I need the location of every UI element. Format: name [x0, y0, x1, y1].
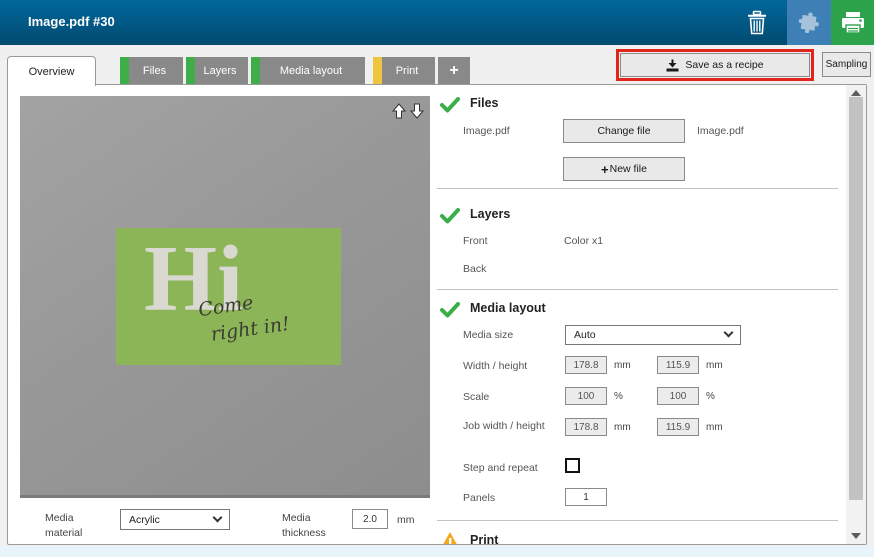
artwork-script-text: Come right in! — [197, 286, 291, 349]
printer-icon — [840, 11, 866, 35]
tab-status-indicator — [186, 57, 195, 84]
tab-media-layout[interactable]: Media layout — [251, 57, 365, 84]
tab-status-indicator — [120, 57, 129, 84]
job-size-label: Job width / height — [463, 418, 555, 435]
tab-label: Media layout — [274, 65, 342, 77]
tab-overview[interactable]: Overview — [7, 56, 96, 86]
scale-x-unit: % — [614, 391, 623, 402]
move-down-button[interactable] — [410, 103, 424, 124]
job-title: Image.pdf #30 — [28, 14, 115, 29]
back-layer-label: Back — [463, 263, 486, 275]
layers-section-title: Layers — [470, 207, 510, 221]
trash-icon — [746, 10, 768, 36]
section-divider — [437, 520, 838, 521]
change-file-button[interactable]: Change file — [563, 119, 685, 143]
media-material-value: Acrylic — [129, 514, 160, 526]
move-up-button[interactable] — [392, 103, 406, 124]
tab-layers[interactable]: Layers — [186, 57, 248, 84]
plus-icon: + — [601, 162, 609, 177]
title-bar: Image.pdf #30 — [0, 0, 874, 45]
job-artwork-thumbnail: Hi Come right in! — [116, 228, 341, 365]
step-and-repeat-checkbox[interactable] — [565, 458, 580, 473]
media-height-unit: mm — [706, 360, 723, 371]
save-as-recipe-label: Save as a recipe — [685, 59, 763, 71]
new-file-button[interactable]: + New file — [563, 157, 685, 181]
save-download-icon — [666, 59, 679, 72]
chevron-down-icon — [724, 328, 734, 338]
files-section-title: Files — [470, 96, 499, 110]
media-size-value: Auto — [574, 329, 596, 341]
print-section-title: Print — [470, 533, 498, 544]
media-thickness-label: Media thickness — [282, 511, 344, 541]
layers-check-icon — [440, 208, 460, 224]
job-height-unit: mm — [706, 422, 723, 433]
media-width-input — [565, 356, 607, 374]
scale-x-input — [565, 387, 607, 405]
tab-add-new[interactable]: + — [438, 57, 470, 84]
media-thickness-input[interactable] — [352, 509, 388, 529]
width-height-label: Width / height — [463, 360, 527, 372]
arrow-up-icon — [392, 103, 406, 119]
sampling-label: Sampling — [826, 59, 868, 70]
tab-status-indicator — [251, 57, 260, 84]
sampling-button[interactable]: Sampling — [822, 52, 871, 77]
plugins-button[interactable] — [787, 0, 831, 45]
settings-panel: Files Image.pdf Change file Image.pdf + … — [437, 85, 846, 544]
media-size-select[interactable]: Auto — [565, 325, 741, 345]
tab-status-indicator — [373, 57, 382, 84]
print-button[interactable] — [831, 0, 874, 45]
save-as-recipe-button[interactable]: Save as a recipe — [620, 53, 810, 77]
tab-label: Overview — [29, 66, 75, 78]
front-layer-label: Front — [463, 235, 488, 247]
scale-y-unit: % — [706, 391, 715, 402]
panels-input[interactable] — [565, 488, 607, 506]
job-height-input — [657, 418, 699, 436]
panels-label: Panels — [463, 492, 495, 504]
tab-label: Files — [137, 65, 166, 77]
scale-y-input — [657, 387, 699, 405]
media-size-label: Media size — [463, 329, 513, 341]
delete-job-button[interactable] — [738, 0, 776, 45]
current-file-label: Image.pdf — [463, 125, 510, 137]
tab-label: Layers — [197, 65, 236, 77]
window-bottom-edge — [0, 546, 874, 557]
print-warning-icon — [439, 531, 461, 544]
job-width-unit: mm — [614, 422, 631, 433]
tab-label: Print — [390, 65, 419, 77]
section-divider — [437, 289, 838, 290]
media-thickness-unit: mm — [397, 514, 415, 526]
scrollbar-thumb[interactable] — [849, 97, 863, 500]
scale-label: Scale — [463, 391, 489, 403]
media-material-select[interactable]: Acrylic — [120, 509, 230, 530]
settings-scrollbar[interactable] — [846, 85, 866, 544]
job-width-input — [565, 418, 607, 436]
scroll-down-arrow-icon[interactable] — [851, 533, 861, 539]
media-height-input — [657, 356, 699, 374]
tab-files[interactable]: Files — [120, 57, 183, 84]
preview-canvas[interactable]: Hi Come right in! — [20, 96, 430, 498]
section-divider — [437, 188, 838, 189]
media-layout-section-title: Media layout — [470, 301, 546, 315]
save-recipe-highlight-annotation: Save as a recipe — [616, 49, 814, 81]
tab-print[interactable]: Print — [373, 57, 435, 84]
files-check-icon — [440, 97, 460, 113]
puzzle-icon — [796, 10, 822, 36]
app-window: Image.pdf #30 — [0, 0, 874, 557]
chevron-down-icon — [213, 512, 223, 522]
scroll-up-arrow-icon[interactable] — [851, 90, 861, 96]
media-layout-check-icon — [440, 302, 460, 318]
step-and-repeat-label: Step and repeat — [463, 462, 538, 474]
plus-icon: + — [449, 62, 458, 80]
arrow-down-icon — [410, 103, 424, 119]
media-width-unit: mm — [614, 360, 631, 371]
media-material-label: Media material — [45, 511, 103, 541]
front-layer-value: Color x1 — [564, 235, 603, 247]
file-name-value: Image.pdf — [697, 125, 744, 137]
